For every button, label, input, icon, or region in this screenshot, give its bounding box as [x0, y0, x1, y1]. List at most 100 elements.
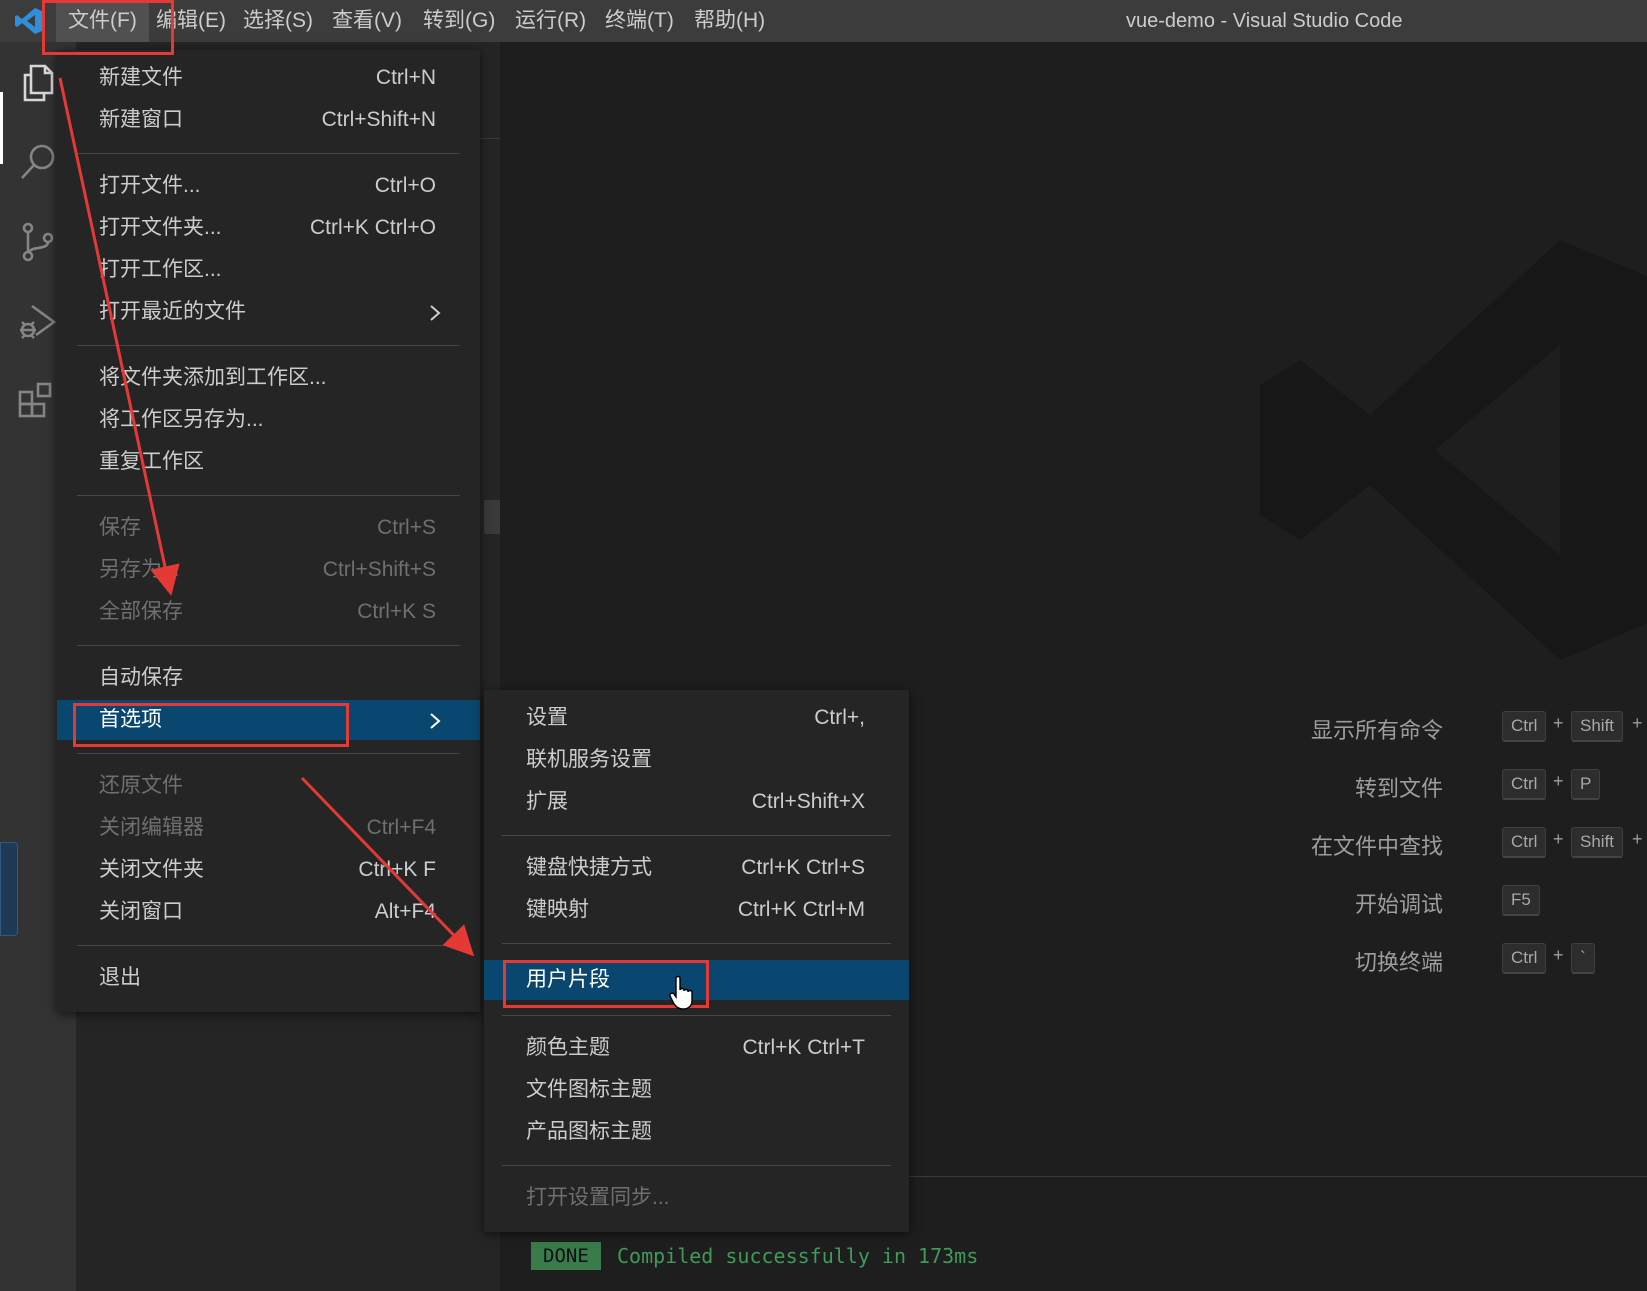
menu-item-label: 颜色主题 — [526, 1036, 610, 1059]
kbd-key: Ctrl — [1502, 943, 1547, 974]
menu-item-label: 将工作区另存为... — [99, 408, 264, 431]
menu-close-editor: 关闭编辑器 Ctrl+F4 — [57, 808, 480, 848]
menu-item-label: 设置 — [526, 706, 568, 729]
menu-separator — [502, 835, 891, 836]
kbd-plus: + — [1632, 713, 1643, 733]
done-badge: DONE — [531, 1242, 601, 1270]
menu-open-folder[interactable]: 打开文件夹... Ctrl+K Ctrl+O — [57, 208, 480, 248]
window-title: vue-demo - Visual Studio Code — [1126, 10, 1403, 32]
kbd-plus: + — [1553, 945, 1564, 965]
menu-item-label: 将文件夹添加到工作区... — [99, 366, 327, 389]
shortcut-label: 显示所有命令 — [1310, 718, 1443, 743]
menu-terminal[interactable]: 终端(T) — [593, 0, 686, 42]
menu-item-label: 打开设置同步... — [526, 1186, 670, 1209]
run-debug-icon[interactable] — [14, 298, 62, 346]
menu-help[interactable]: 帮助(H) — [682, 0, 777, 42]
menu-go[interactable]: 转到(G) — [411, 0, 507, 42]
menu-product-icon-theme[interactable]: 产品图标主题 — [484, 1112, 909, 1152]
menu-item-label: 全部保存 — [99, 600, 183, 623]
annotation-box-preferences — [73, 703, 349, 747]
menu-separator — [77, 645, 460, 646]
shortcut-find-in-files: 在文件中查找 Ctrl + Shift + — [1250, 827, 1647, 859]
explorer-icon[interactable] — [14, 58, 62, 106]
menu-open-workspace[interactable]: 打开工作区... — [57, 250, 480, 290]
menu-item-label: 还原文件 — [99, 774, 183, 797]
menu-item-label: 关闭编辑器 — [99, 816, 204, 839]
menu-separator — [77, 945, 460, 946]
menu-close-window[interactable]: 关闭窗口 Alt+F4 — [57, 892, 480, 932]
menu-open-file[interactable]: 打开文件... Ctrl+O — [57, 166, 480, 206]
menu-separator — [502, 943, 891, 944]
menu-view[interactable]: 查看(V) — [320, 0, 414, 42]
shortcut-label: 转到文件 — [1354, 776, 1443, 801]
menu-item-shortcut: Ctrl+, — [814, 706, 865, 729]
menu-turn-on-settings-sync[interactable]: 打开设置同步... — [484, 1178, 909, 1218]
menu-keymaps[interactable]: 键映射 Ctrl+K Ctrl+M — [484, 890, 909, 930]
menu-item-label: 打开文件... — [99, 174, 201, 197]
menu-selection[interactable]: 选择(S) — [231, 0, 325, 42]
shortcut-label: 切换终端 — [1354, 950, 1443, 975]
menu-item-label: 联机服务设置 — [526, 748, 652, 771]
menu-item-shortcut: Alt+F4 — [374, 900, 436, 923]
menu-save-workspace-as[interactable]: 将工作区另存为... — [57, 400, 480, 440]
menu-duplicate-workspace[interactable]: 重复工作区 — [57, 442, 480, 482]
menu-new-file[interactable]: 新建文件 Ctrl+N — [57, 58, 480, 98]
hand-cursor-icon — [669, 975, 693, 1010]
menu-add-folder-to-workspace[interactable]: 将文件夹添加到工作区... — [57, 358, 480, 398]
menu-item-shortcut: Ctrl+K S — [357, 600, 436, 623]
menu-item-shortcut: Ctrl+K Ctrl+O — [309, 216, 436, 239]
menu-item-shortcut: Ctrl+K Ctrl+S — [741, 856, 865, 879]
terminal-output: Compiled successfully in 173ms — [617, 1244, 979, 1268]
menu-run[interactable]: 运行(R) — [503, 0, 598, 42]
extensions-icon[interactable] — [14, 380, 62, 428]
menu-file-icon-theme[interactable]: 文件图标主题 — [484, 1070, 909, 1110]
menu-open-recent[interactable]: 打开最近的文件 — [57, 292, 480, 332]
menu-color-theme[interactable]: 颜色主题 Ctrl+K Ctrl+T — [484, 1028, 909, 1068]
menu-settings[interactable]: 设置 Ctrl+, — [484, 698, 909, 738]
chevron-right-icon — [430, 713, 441, 729]
menu-item-shortcut: Ctrl+O — [374, 174, 436, 197]
menu-item-label: 产品图标主题 — [526, 1120, 652, 1143]
menu-item-label: 打开文件夹... — [99, 216, 222, 239]
menu-separator — [77, 753, 460, 754]
activity-scroll-thumb — [0, 842, 18, 936]
kbd-key: Shift — [1571, 711, 1624, 742]
chevron-right-icon — [430, 305, 441, 321]
search-icon[interactable] — [14, 138, 62, 186]
shortcut-show-commands: 显示所有命令 Ctrl + Shift + — [1250, 711, 1647, 743]
menu-close-folder[interactable]: 关闭文件夹 Ctrl+K F — [57, 850, 480, 890]
kbd-key: Ctrl — [1502, 769, 1547, 800]
kbd-plus: + — [1553, 829, 1564, 849]
file-menu: 新建文件 Ctrl+N 新建窗口 Ctrl+Shift+N 打开文件... Ct… — [57, 50, 480, 1012]
menu-item-shortcut: Ctrl+Shift+N — [321, 108, 436, 131]
sidebar-scrollbar[interactable] — [484, 500, 500, 534]
menu-online-services-settings[interactable]: 联机服务设置 — [484, 740, 909, 780]
menu-item-shortcut: Ctrl+F4 — [366, 816, 436, 839]
menu-keyboard-shortcuts[interactable]: 键盘快捷方式 Ctrl+K Ctrl+S — [484, 848, 909, 888]
kbd-plus: + — [1553, 771, 1564, 791]
menu-item-label: 关闭文件夹 — [99, 858, 204, 881]
menu-exit[interactable]: 退出 — [57, 958, 480, 998]
menu-auto-save[interactable]: 自动保存 — [57, 658, 480, 698]
menu-item-label: 文件图标主题 — [526, 1078, 652, 1101]
kbd-key: Ctrl — [1502, 711, 1547, 742]
menu-extensions[interactable]: 扩展 Ctrl+Shift+X — [484, 782, 909, 822]
menu-item-label: 保存 — [99, 516, 141, 539]
kbd-key: Ctrl — [1502, 827, 1547, 858]
menu-separator — [77, 153, 460, 154]
menu-item-label: 打开最近的文件 — [99, 300, 246, 323]
shortcut-label: 在文件中查找 — [1310, 834, 1443, 859]
menu-item-shortcut: Ctrl+N — [375, 66, 436, 89]
menu-new-window[interactable]: 新建窗口 Ctrl+Shift+N — [57, 100, 480, 140]
shortcut-start-debugging: 开始调试 F5 — [1250, 885, 1647, 917]
menu-save-all: 全部保存 Ctrl+K S — [57, 592, 480, 632]
shortcut-label: 开始调试 — [1354, 892, 1443, 917]
source-control-icon[interactable] — [14, 218, 62, 266]
menu-separator — [502, 1165, 891, 1166]
menu-item-shortcut: Ctrl+K F — [358, 858, 436, 881]
menu-item-label: 键映射 — [526, 898, 589, 921]
menu-item-shortcut: Ctrl+K Ctrl+M — [737, 898, 865, 921]
annotation-box-file-menu — [42, 0, 174, 55]
menu-separator — [502, 1015, 891, 1016]
kbd-key: P — [1571, 769, 1601, 800]
